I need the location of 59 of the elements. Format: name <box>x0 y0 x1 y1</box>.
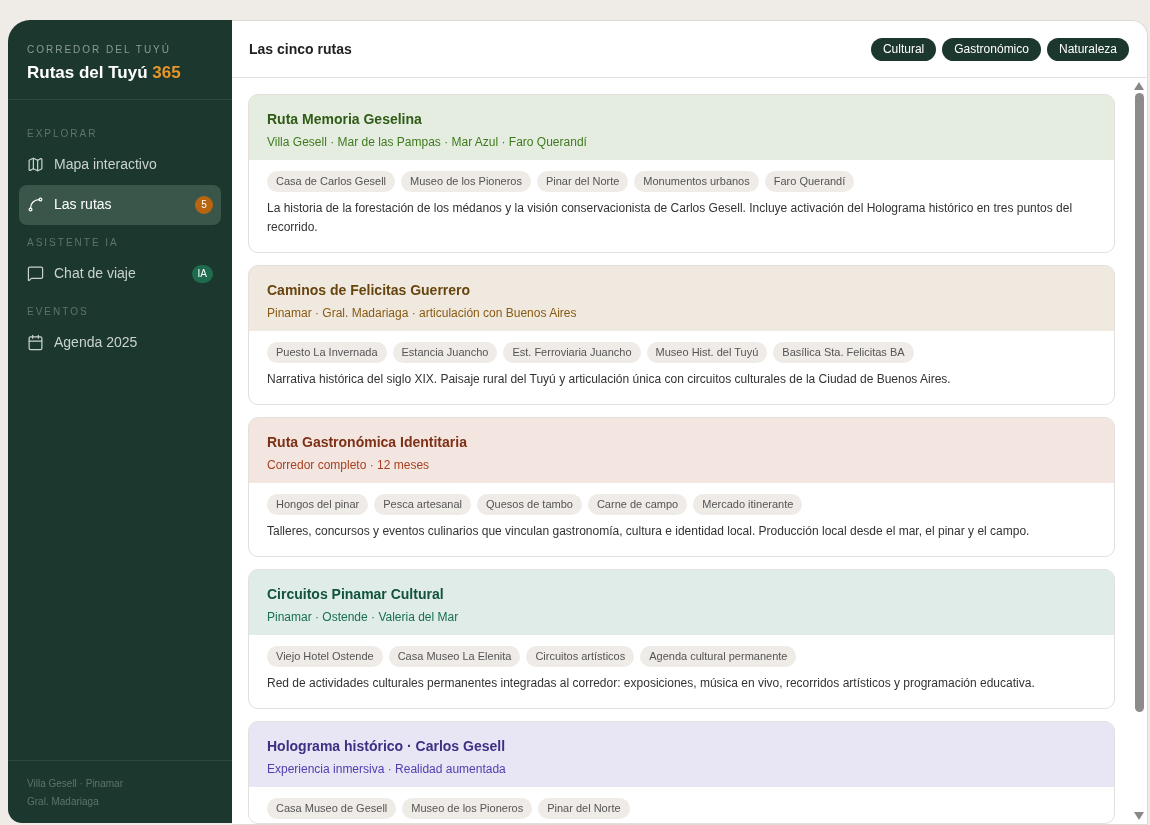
route-subtitle: Pinamar · Gral. Madariaga · articulación con Buenos Aires <box>267 305 578 322</box>
place-tag: Museo de los Pioneros <box>402 798 533 819</box>
scroll-up-icon <box>1134 82 1144 90</box>
place-tag: Casa de Carlos Gesell <box>267 171 396 192</box>
count-badge: IA <box>191 264 213 283</box>
chat-icon <box>27 265 44 282</box>
section-label: ASISTENTE IA <box>26 235 120 250</box>
route-description: La historia de la forestación de los médanos y la visión conservacionista de Carlos Gesell. Incluye activación del Holograma histórico en tres puntos del recorrido. <box>267 200 1074 236</box>
route-subtitle: Pinamar · Ostende · Valeria del Mar <box>267 609 460 626</box>
route-description: Narrativa histórica del siglo XIX. Paisaje rural del Tuyú y articulación única con circuitos culturales de la Ciudad de Buenos Aires. <box>267 371 952 388</box>
place-tag: Viejo Hotel Ostende <box>267 646 383 667</box>
nav-item[interactable]: Agenda 2025 <box>19 322 221 363</box>
place-tag: Pesca artesanal <box>374 494 472 515</box>
route-subtitle: Corredor completo · 12 meses <box>267 457 431 474</box>
place-tag: Quesos de tambo <box>477 494 582 515</box>
place-tag: Casa Museo de Gesell <box>267 798 397 819</box>
brand-title: Rutas del Tuyú 365 <box>27 62 182 84</box>
route-title: Ruta Gastronómica Identitaria <box>267 433 468 452</box>
nav-item[interactable]: Las rutas 5 <box>19 184 221 225</box>
filter-chip[interactable]: Gastronómico <box>942 37 1041 61</box>
calendar-icon <box>27 334 44 351</box>
place-tag: Pinar del Norte <box>538 798 630 819</box>
filter-chip[interactable]: Cultural <box>870 37 937 61</box>
route-subtitle: Experiencia inmersiva · Realidad aumentada <box>267 761 507 778</box>
place-tag: Circuitos artísticos <box>526 646 635 667</box>
place-tag: Mercado itinerante <box>693 494 803 515</box>
page-title: Las cinco rutas <box>249 39 352 59</box>
route-description: Talleres, concursos y eventos culinarios que vinculan gastronomía, cultura e identidad local. Producción local desde el mar, el pinar y el campo. <box>267 523 1031 540</box>
brand-eyebrow: CORREDOR DEL TUYÚ <box>27 42 172 57</box>
place-tag: Monumentos urbanos <box>634 171 759 192</box>
place-tag: Pinar del Norte <box>536 171 629 192</box>
count-badge: 5 <box>195 195 213 214</box>
route-title: Holograma histórico · Carlos Gesell <box>267 737 507 756</box>
route-description: Red de actividades culturales permanentes integradas al corredor: exposiciones, música en vivo, recorridos artísticos y programación educativa. <box>267 675 1036 692</box>
footer-text: Villa Gesell · Pinamar <box>27 777 124 791</box>
route-title: Caminos de Felicitas Guerrero <box>267 281 472 300</box>
route-icon <box>27 196 44 213</box>
place-tag: Estancia Juancho <box>392 342 498 363</box>
nav-item[interactable]: Chat de viaje IA <box>19 253 221 294</box>
place-tag: Puesto La Invernada <box>267 342 387 363</box>
scroll-down-icon <box>1134 812 1144 820</box>
route-subtitle: Villa Gesell · Mar de las Pampas · Mar Azul · Faro Querandí <box>267 134 588 151</box>
place-tag: Museo Hist. del Tuyú <box>646 342 768 363</box>
section-label: EVENTOS <box>26 304 90 319</box>
map-icon <box>27 156 44 173</box>
footer-text: Gral. Madariaga <box>27 795 100 809</box>
route-title: Circuitos Pinamar Cultural <box>267 585 445 604</box>
section-label: EXPLORAR <box>26 126 99 141</box>
nav-item[interactable]: Mapa interactivo <box>19 144 221 185</box>
place-tag: Hongos del pinar <box>267 494 369 515</box>
route-title: Ruta Memoria Geselina <box>267 110 423 129</box>
place-tag: Casa Museo La Elenita <box>388 646 521 667</box>
place-tag: Est. Ferroviaria Juancho <box>503 342 641 363</box>
filter-chip[interactable]: Naturaleza <box>1046 37 1129 61</box>
place-tag: Agenda cultural permanente <box>640 646 797 667</box>
place-tag: Faro Querandí <box>764 171 855 192</box>
place-tag: Museo de los Pioneros <box>401 171 531 192</box>
place-tag: Carne de campo <box>587 494 688 515</box>
place-tag: Basílica Sta. Felicitas BA <box>773 342 914 363</box>
